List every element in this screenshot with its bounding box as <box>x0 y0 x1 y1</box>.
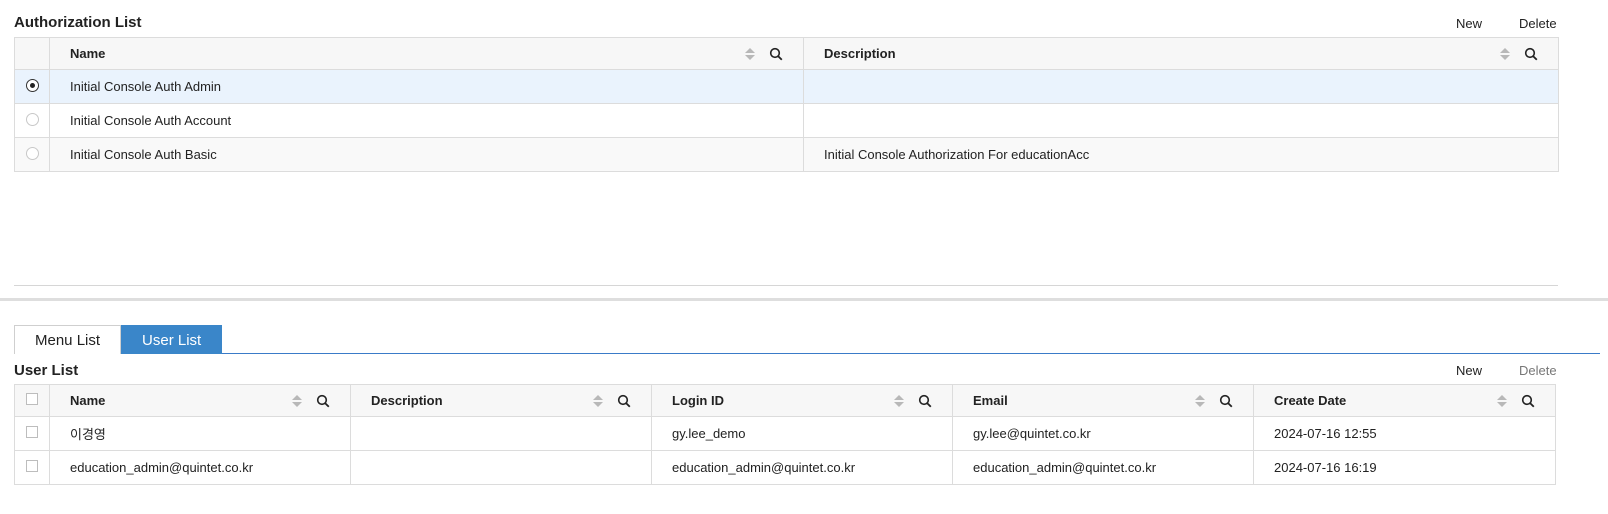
user-description-cell <box>350 416 652 451</box>
auth-description-cell <box>803 69 1559 104</box>
radio-icon[interactable] <box>25 146 39 160</box>
auth-list-title: Authorization List <box>14 14 142 31</box>
user-create-date-cell: 2024-07-16 12:55 <box>1253 416 1556 451</box>
auth-name-cell: Initial Console Auth Basic <box>49 137 804 172</box>
user-email-cell: gy.lee@quintet.co.kr <box>952 416 1254 451</box>
user-login-id-cell: education_admin@quintet.co.kr <box>651 450 953 485</box>
auth-description-cell: Initial Console Authorization For educat… <box>803 137 1559 172</box>
user-new-button[interactable]: New <box>1456 363 1482 378</box>
user-table: Name Description Login ID Email Create D… <box>14 384 1556 485</box>
detail-tabs: Menu List User List <box>14 325 1600 354</box>
user-col-email-label: Email <box>973 393 1008 408</box>
user-col-create-date-label: Create Date <box>1274 393 1347 408</box>
search-icon[interactable] <box>316 394 330 408</box>
user-list-title: User List <box>14 362 79 379</box>
row-select[interactable] <box>14 69 50 104</box>
auth-table-header: Name Description <box>14 37 1559 70</box>
auth-new-button[interactable]: New <box>1456 16 1482 31</box>
row-select[interactable] <box>14 137 50 172</box>
search-icon[interactable] <box>617 394 631 408</box>
user-delete-button[interactable]: Delete <box>1519 363 1557 378</box>
auth-name-cell: Initial Console Auth Account <box>49 103 804 138</box>
search-icon[interactable] <box>1219 394 1233 408</box>
sort-icon[interactable] <box>593 394 603 407</box>
auth-col-name: Name <box>49 37 804 70</box>
search-icon[interactable] <box>918 394 932 408</box>
user-name-cell: education_admin@quintet.co.kr <box>49 450 351 485</box>
sort-icon[interactable] <box>894 394 904 407</box>
search-icon[interactable] <box>1524 47 1538 61</box>
row-select[interactable] <box>14 416 50 451</box>
table-row[interactable]: Initial Console Auth Basic Initial Conso… <box>14 137 1559 172</box>
auth-description-cell <box>803 103 1559 138</box>
tab-menu-list[interactable]: Menu List <box>14 325 122 354</box>
auth-col-description: Description <box>803 37 1559 70</box>
auth-select-header <box>14 37 50 70</box>
sort-icon[interactable] <box>1195 394 1205 407</box>
user-table-header: Name Description Login ID Email Create D… <box>14 384 1556 417</box>
table-row[interactable]: education_admin@quintet.co.kr education_… <box>14 450 1556 485</box>
panel-splitter[interactable] <box>0 298 1608 301</box>
user-login-id-cell: gy.lee_demo <box>651 416 953 451</box>
auth-delete-button[interactable]: Delete <box>1519 16 1557 31</box>
checkbox-icon[interactable] <box>26 393 38 405</box>
auth-col-description-label: Description <box>824 46 896 61</box>
table-row[interactable]: Initial Console Auth Account <box>14 103 1559 138</box>
row-select[interactable] <box>14 450 50 485</box>
user-col-email: Email <box>952 384 1254 417</box>
auth-name-cell: Initial Console Auth Admin <box>49 69 804 104</box>
user-col-name: Name <box>49 384 351 417</box>
search-icon[interactable] <box>1521 394 1535 408</box>
user-col-create-date: Create Date <box>1253 384 1556 417</box>
user-col-login-id: Login ID <box>651 384 953 417</box>
table-row[interactable]: Initial Console Auth Admin <box>14 69 1559 104</box>
auth-list-bottom-divider <box>14 285 1558 286</box>
radio-icon[interactable] <box>25 78 39 92</box>
user-description-cell <box>350 450 652 485</box>
sort-icon[interactable] <box>745 47 755 60</box>
user-email-cell: education_admin@quintet.co.kr <box>952 450 1254 485</box>
radio-icon[interactable] <box>25 112 39 126</box>
user-col-description-label: Description <box>371 393 443 408</box>
sort-icon[interactable] <box>1497 394 1507 407</box>
sort-icon[interactable] <box>1500 47 1510 60</box>
user-col-login-id-label: Login ID <box>672 393 724 408</box>
user-create-date-cell: 2024-07-16 16:19 <box>1253 450 1556 485</box>
tab-user-list[interactable]: User List <box>121 325 223 354</box>
sort-icon[interactable] <box>292 394 302 407</box>
search-icon[interactable] <box>769 47 783 61</box>
user-col-description: Description <box>350 384 652 417</box>
user-col-name-label: Name <box>70 393 106 408</box>
auth-table: Name Description Initial Console Auth Ad… <box>14 37 1559 172</box>
checkbox-icon[interactable] <box>26 426 38 438</box>
user-name-cell: 이경영 <box>49 416 351 451</box>
row-select[interactable] <box>14 103 50 138</box>
checkbox-icon[interactable] <box>26 460 38 472</box>
table-row[interactable]: 이경영 gy.lee_demo gy.lee@quintet.co.kr 202… <box>14 416 1556 451</box>
auth-col-name-label: Name <box>70 46 106 61</box>
select-all[interactable] <box>14 384 50 417</box>
